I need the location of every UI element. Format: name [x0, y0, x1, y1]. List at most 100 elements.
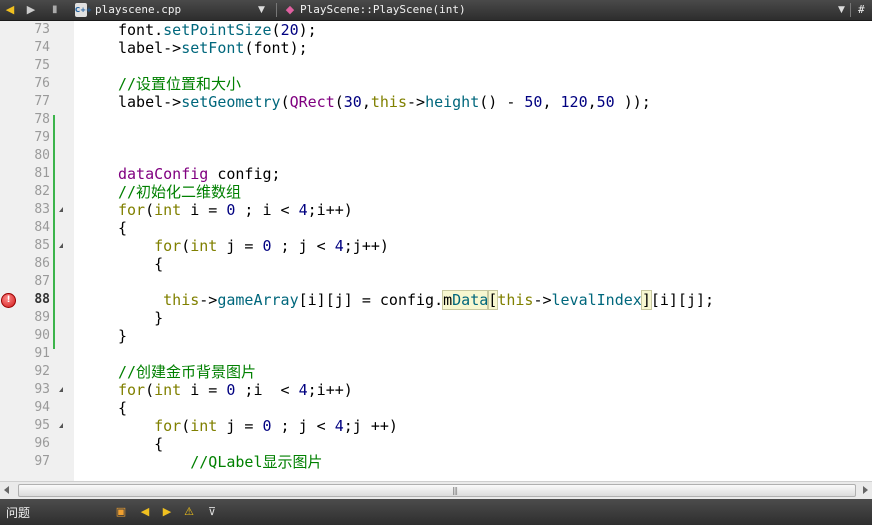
tab-file[interactable]: playscene.cpp	[95, 0, 181, 20]
line-number: 80	[34, 148, 50, 163]
fold-marker-icon[interactable]	[59, 207, 63, 212]
code-line: 81 dataConfig config;	[0, 165, 872, 183]
line-number: 97	[34, 454, 50, 469]
scroll-left-icon[interactable]	[4, 486, 9, 494]
cpp-file-icon: C++	[75, 3, 92, 17]
code-line: 97 //QLabel显示图片	[0, 453, 872, 471]
next-issue-icon[interactable]: ▶	[159, 504, 175, 520]
warning-icon[interactable]: ⚠	[181, 504, 197, 520]
line-number: 95	[34, 418, 50, 433]
code-line: 92 //创建金币背景图片	[0, 363, 872, 381]
code-line: 73 font.setPointSize(20);	[0, 21, 872, 39]
line-number: 88	[34, 292, 50, 307]
code-text[interactable]: {	[118, 435, 163, 453]
code-line: 85 for(int j = 0 ; j < 4;j++)	[0, 237, 872, 255]
fold-marker-icon[interactable]	[59, 387, 63, 392]
code-text[interactable]: label->setGeometry(QRect(30,this->height…	[118, 93, 651, 111]
scroll-right-icon[interactable]	[863, 486, 868, 494]
line-number: 83	[34, 202, 50, 217]
code-text[interactable]: for(int j = 0 ; j < 4;j++)	[118, 237, 389, 255]
code-text[interactable]: dataConfig config;	[118, 165, 281, 183]
code-line: 93 for(int i = 0 ;i < 4;i++)	[0, 381, 872, 399]
code-comment[interactable]: //创建金币背景图片	[118, 363, 256, 381]
code-text[interactable]: {	[118, 399, 127, 417]
line-number: 94	[34, 400, 50, 415]
line-number: 90	[34, 328, 50, 343]
code-comment[interactable]: //初始化二维数组	[118, 183, 241, 201]
code-editor[interactable]: 73 font.setPointSize(20); 74 label->setF…	[0, 21, 872, 481]
tab-divider	[276, 3, 277, 17]
line-number: 74	[34, 40, 50, 55]
horizontal-scrollbar[interactable]: |||	[0, 481, 872, 499]
code-line: 90 }	[0, 327, 872, 345]
code-line: 96 {	[0, 435, 872, 453]
code-text[interactable]: for(int i = 0 ;i < 4;i++)	[118, 381, 353, 399]
line-number: 87	[34, 274, 50, 289]
build-icon[interactable]: ▣	[113, 504, 129, 520]
line-number: 82	[34, 184, 50, 199]
fold-marker-icon[interactable]	[59, 423, 63, 428]
line-number: 96	[34, 436, 50, 451]
code-text[interactable]: for(int j = 0 ; j < 4;j ++)	[118, 417, 398, 435]
lock-icon: ▮	[52, 4, 58, 15]
issues-label[interactable]: 问题	[6, 504, 30, 521]
code-line: 84 {	[0, 219, 872, 237]
forward-arrow-icon[interactable]: ▶	[24, 2, 38, 18]
grip-icon: |||	[452, 486, 458, 495]
code-line: 78	[0, 111, 872, 129]
code-line-current: ! 88 this->gameArray[i][j] = config.mDat…	[0, 290, 872, 310]
back-arrow-icon[interactable]: ◀	[3, 2, 17, 18]
fold-marker-icon[interactable]	[59, 243, 63, 248]
prev-issue-icon[interactable]: ◀	[137, 504, 153, 520]
code-line: 91	[0, 345, 872, 363]
function-icon: ◆	[285, 3, 295, 16]
line-number: 79	[34, 130, 50, 145]
line-number: 76	[34, 76, 50, 91]
split-icon[interactable]: #	[858, 0, 865, 20]
code-line: 82 //初始化二维数组	[0, 183, 872, 201]
code-line: 77 label->setGeometry(QRect(30,this->hei…	[0, 93, 872, 111]
code-line: 74 label->setFont(font);	[0, 39, 872, 57]
line-number: 85	[34, 238, 50, 253]
code-text[interactable]: {	[118, 255, 163, 273]
code-text[interactable]: {	[118, 219, 127, 237]
issues-pane-bar: 问题 ▣ ◀ ▶ ⚠ ⊽	[0, 499, 872, 525]
code-line: 80	[0, 147, 872, 165]
tab-function[interactable]: PlayScene::PlayScene(int)	[300, 0, 466, 20]
line-number: 91	[34, 346, 50, 361]
function-dropdown-icon[interactable]: ▼	[838, 0, 845, 20]
code-comment[interactable]: //QLabel显示图片	[118, 453, 322, 471]
code-text[interactable]: for(int i = 0 ; i < 4;i++)	[118, 201, 353, 219]
file-dropdown-icon[interactable]: ▼	[258, 0, 265, 20]
code-text[interactable]: font.setPointSize(20);	[118, 21, 317, 39]
line-number: 75	[34, 58, 50, 73]
line-number: 93	[34, 382, 50, 397]
code-line: 83 for(int i = 0 ; i < 4;i++)	[0, 201, 872, 219]
code-text[interactable]: }	[118, 327, 127, 345]
filter-icon[interactable]: ⊽	[204, 504, 220, 520]
scrollbar-thumb[interactable]: |||	[18, 484, 856, 497]
code-text[interactable]: }	[118, 309, 163, 327]
code-line: 76 //设置位置和大小	[0, 75, 872, 93]
line-number: 84	[34, 220, 50, 235]
line-number: 92	[34, 364, 50, 379]
code-line: 95 for(int j = 0 ; j < 4;j ++)	[0, 417, 872, 435]
code-line: 86 {	[0, 255, 872, 273]
code-line: 87	[0, 273, 872, 291]
code-text[interactable]: this->gameArray[i][j] = config.mData[thi…	[118, 290, 714, 310]
code-line: 79	[0, 129, 872, 147]
code-text[interactable]: label->setFont(font);	[118, 39, 308, 57]
code-line: 75	[0, 57, 872, 75]
code-line: 94 {	[0, 399, 872, 417]
editor-tabbar: ◀ ▶ ▮ C++ playscene.cpp ▼ ◆ PlayScene::P…	[0, 0, 872, 21]
line-number: 89	[34, 310, 50, 325]
code-comment[interactable]: //设置位置和大小	[118, 75, 241, 93]
line-number: 73	[34, 22, 50, 37]
tab-divider	[850, 3, 851, 17]
code-line: 89 }	[0, 309, 872, 327]
breakpoint-error-icon[interactable]: !	[1, 293, 16, 308]
line-number: 86	[34, 256, 50, 271]
line-number: 77	[34, 94, 50, 109]
line-number: 81	[34, 166, 50, 181]
line-number: 78	[34, 112, 50, 127]
